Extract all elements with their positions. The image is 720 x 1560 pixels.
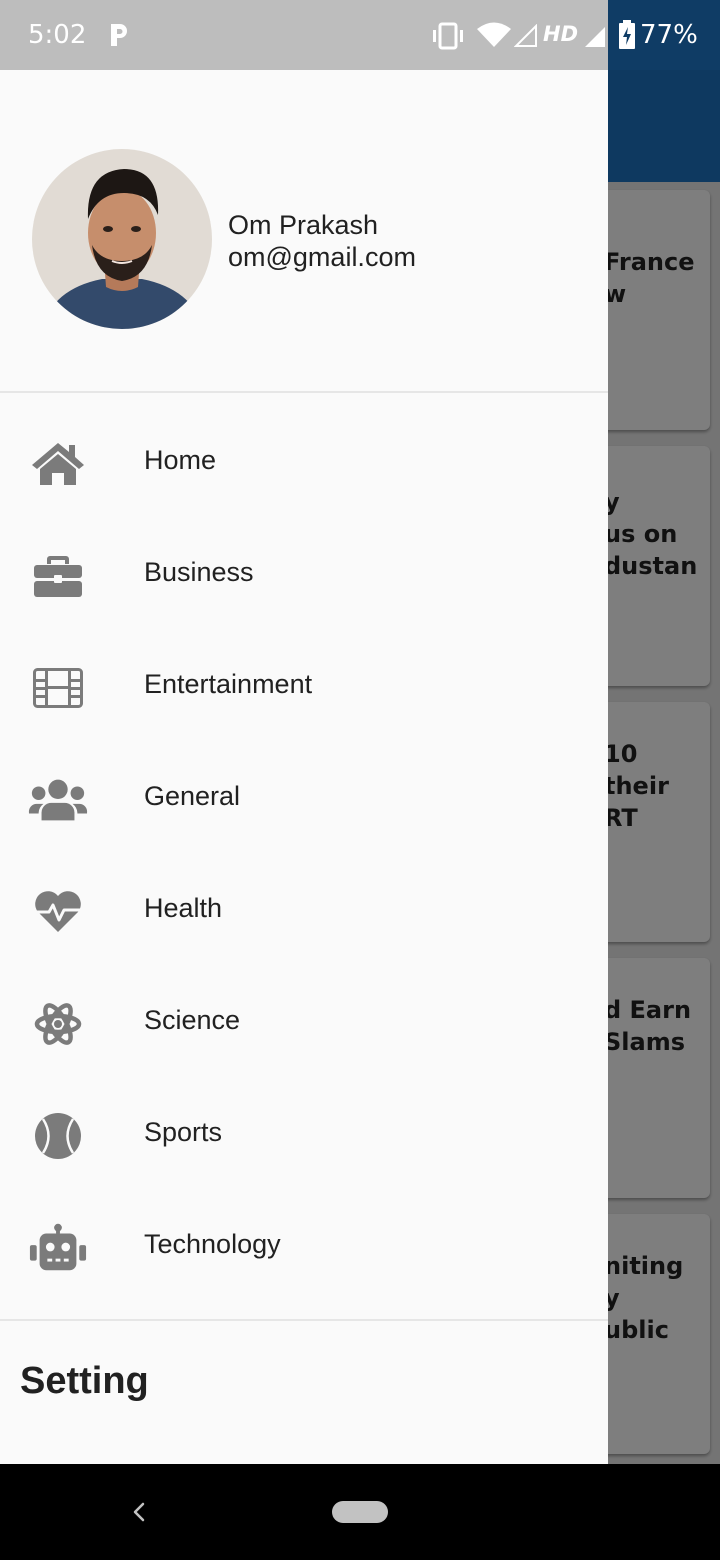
menu-label: Business — [144, 557, 254, 587]
menu-item-technology[interactable]: Technology — [0, 1192, 608, 1304]
home-gesture-pill[interactable] — [332, 1501, 388, 1523]
menu-item-business[interactable]: Business — [0, 520, 608, 632]
menu-item-entertainment[interactable]: Entertainment — [0, 632, 608, 744]
users-icon — [28, 772, 88, 828]
wifi-icon — [477, 22, 511, 47]
menu-item-health[interactable]: Health — [0, 856, 608, 968]
menu-label: Technology — [144, 1229, 281, 1259]
battery-percentage: 77% — [640, 20, 698, 50]
navigation-drawer: Om Prakash om@gmail.com Home Business En… — [0, 70, 608, 1464]
menu-label: Health — [144, 893, 223, 923]
user-email: om@gmail.com — [228, 242, 416, 272]
home-icon — [28, 436, 88, 492]
signal-empty-icon — [514, 24, 537, 47]
divider — [0, 1319, 608, 1321]
menu-item-science[interactable]: Science — [0, 968, 608, 1080]
parking-notification-icon — [111, 24, 127, 46]
network-type-label: HD — [543, 22, 579, 46]
robot-icon — [28, 1220, 88, 1276]
battery-charging-icon — [619, 20, 635, 49]
divider — [0, 391, 608, 393]
avatar[interactable] — [32, 149, 212, 329]
menu-item-sports[interactable]: Sports — [0, 1080, 608, 1192]
menu-label: Home — [144, 445, 217, 475]
menu-label: General — [144, 781, 241, 811]
baseball-icon — [28, 1108, 88, 1164]
user-name: Om Prakash — [228, 210, 379, 240]
settings-item[interactable]: Setting — [20, 1360, 149, 1403]
signal-icon — [585, 27, 605, 47]
briefcase-icon — [28, 548, 88, 604]
menu-label: Science — [144, 1005, 241, 1035]
menu-item-home[interactable]: Home — [0, 408, 608, 520]
film-icon — [28, 660, 88, 716]
atom-icon — [28, 996, 88, 1052]
status-bar: 5:02 HD 77% — [0, 0, 720, 70]
drawer-header: Om Prakash om@gmail.com — [0, 70, 608, 392]
heartbeat-icon — [28, 884, 88, 940]
back-icon[interactable] — [128, 1496, 150, 1528]
menu-item-general[interactable]: General — [0, 744, 608, 856]
status-time: 5:02 — [28, 20, 87, 50]
menu-label: Entertainment — [144, 669, 313, 699]
vibrate-icon — [433, 22, 463, 50]
menu-label: Sports — [144, 1117, 223, 1147]
